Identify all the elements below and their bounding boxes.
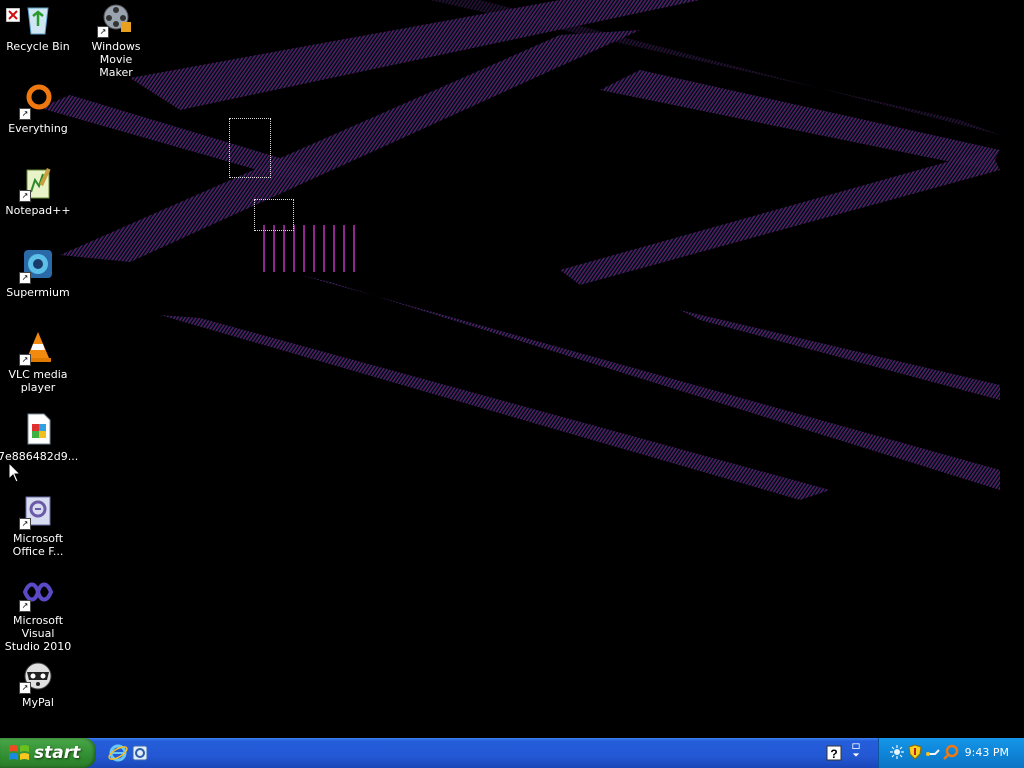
shortcut-arrow-icon: ↗ bbox=[19, 190, 31, 202]
search-icon[interactable] bbox=[943, 744, 959, 760]
windows-explorer-icon[interactable] bbox=[130, 743, 150, 763]
desktop-icon-mypal[interactable]: ↗ MyPal bbox=[0, 658, 78, 709]
shortcut-arrow-icon: ↗ bbox=[19, 272, 31, 284]
desktop-icon-label: Notepad++ bbox=[5, 204, 71, 217]
desktop-icon-visual-studio-2010[interactable]: ↗ Microsoft Visual Studio 2010 bbox=[0, 576, 78, 653]
keyboard-icon[interactable] bbox=[925, 744, 941, 760]
desktop-icon-vlc-media-player[interactable]: ↗ VLC media player bbox=[0, 330, 78, 394]
mypal-raccoon-icon: ↗ bbox=[19, 658, 55, 694]
windows-flag-icon bbox=[9, 745, 29, 760]
shortcut-arrow-icon: ↗ bbox=[19, 682, 31, 694]
vlc-cone-icon: ↗ bbox=[19, 330, 55, 366]
desktop-icon-label: MyPal bbox=[22, 696, 54, 709]
shortcut-arrow-icon: ↗ bbox=[19, 600, 31, 612]
network-icon[interactable] bbox=[889, 744, 905, 760]
desktop-icon-label: Microsoft Visual Studio 2010 bbox=[4, 614, 72, 653]
close-icon bbox=[6, 8, 20, 22]
tray-arrows-icon[interactable] bbox=[848, 743, 864, 759]
supermium-browser-icon: ↗ bbox=[19, 248, 55, 284]
svg-text:?: ? bbox=[830, 747, 837, 761]
office-tool-icon: ↗ bbox=[19, 494, 55, 530]
security-shield-icon[interactable] bbox=[907, 744, 923, 760]
clock[interactable]: 9:43 PM bbox=[965, 746, 1009, 759]
everything-search-icon: ↗ bbox=[19, 84, 55, 120]
desktop-icon-label: Recycle Bin bbox=[6, 40, 70, 53]
desktop-icon-image-file[interactable]: 7e886482d9... bbox=[0, 412, 78, 463]
desktop-icon-label: Supermium bbox=[6, 286, 70, 299]
start-button[interactable]: start bbox=[0, 738, 96, 768]
shortcut-arrow-icon: ↗ bbox=[97, 26, 109, 38]
taskbar: start ? 9:43 PM bbox=[0, 738, 1024, 768]
desktop-icon-label: Microsoft Office F... bbox=[12, 532, 64, 558]
desktop-icon-notepad-plus-plus[interactable]: ↗ Notepad++ bbox=[0, 166, 78, 217]
start-label: start bbox=[34, 743, 81, 763]
desktop-icon-microsoft-office[interactable]: ↗ Microsoft Office F... bbox=[0, 494, 78, 558]
visual-studio-icon: ↗ bbox=[19, 576, 55, 612]
movie-maker-icon: ↗ bbox=[97, 2, 133, 38]
help-icon[interactable]: ? bbox=[826, 745, 842, 761]
shortcut-arrow-icon: ↗ bbox=[19, 518, 31, 530]
shortcut-arrow-icon: ↗ bbox=[19, 354, 31, 366]
desktop-icon-windows-movie-maker[interactable]: ↗ Windows Movie Maker bbox=[76, 2, 156, 79]
desktop-icon-label: Everything bbox=[8, 122, 68, 135]
desktop-icon-supermium[interactable]: ↗ Supermium bbox=[0, 248, 78, 299]
shortcut-arrow-icon: ↗ bbox=[19, 108, 31, 120]
selection-rectangle bbox=[229, 118, 271, 178]
recycle-bin-icon bbox=[21, 2, 55, 36]
wallpaper-pattern bbox=[40, 0, 1000, 500]
internet-explorer-icon[interactable] bbox=[108, 743, 128, 763]
image-file-icon bbox=[21, 412, 55, 446]
system-tray: 9:43 PM bbox=[878, 738, 1024, 768]
desktop-icon-label: VLC media player bbox=[8, 368, 68, 394]
notepad-plus-plus-icon: ↗ bbox=[19, 166, 55, 202]
selection-rectangle bbox=[254, 199, 294, 231]
desktop-icon-everything[interactable]: ↗ Everything bbox=[0, 84, 78, 135]
desktop-icon-label: Windows Movie Maker bbox=[91, 40, 141, 79]
mouse-cursor-icon bbox=[8, 462, 22, 483]
desktop[interactable]: Recycle Bin ↗ Windows Movie Maker ↗ Ever… bbox=[0, 0, 1024, 738]
